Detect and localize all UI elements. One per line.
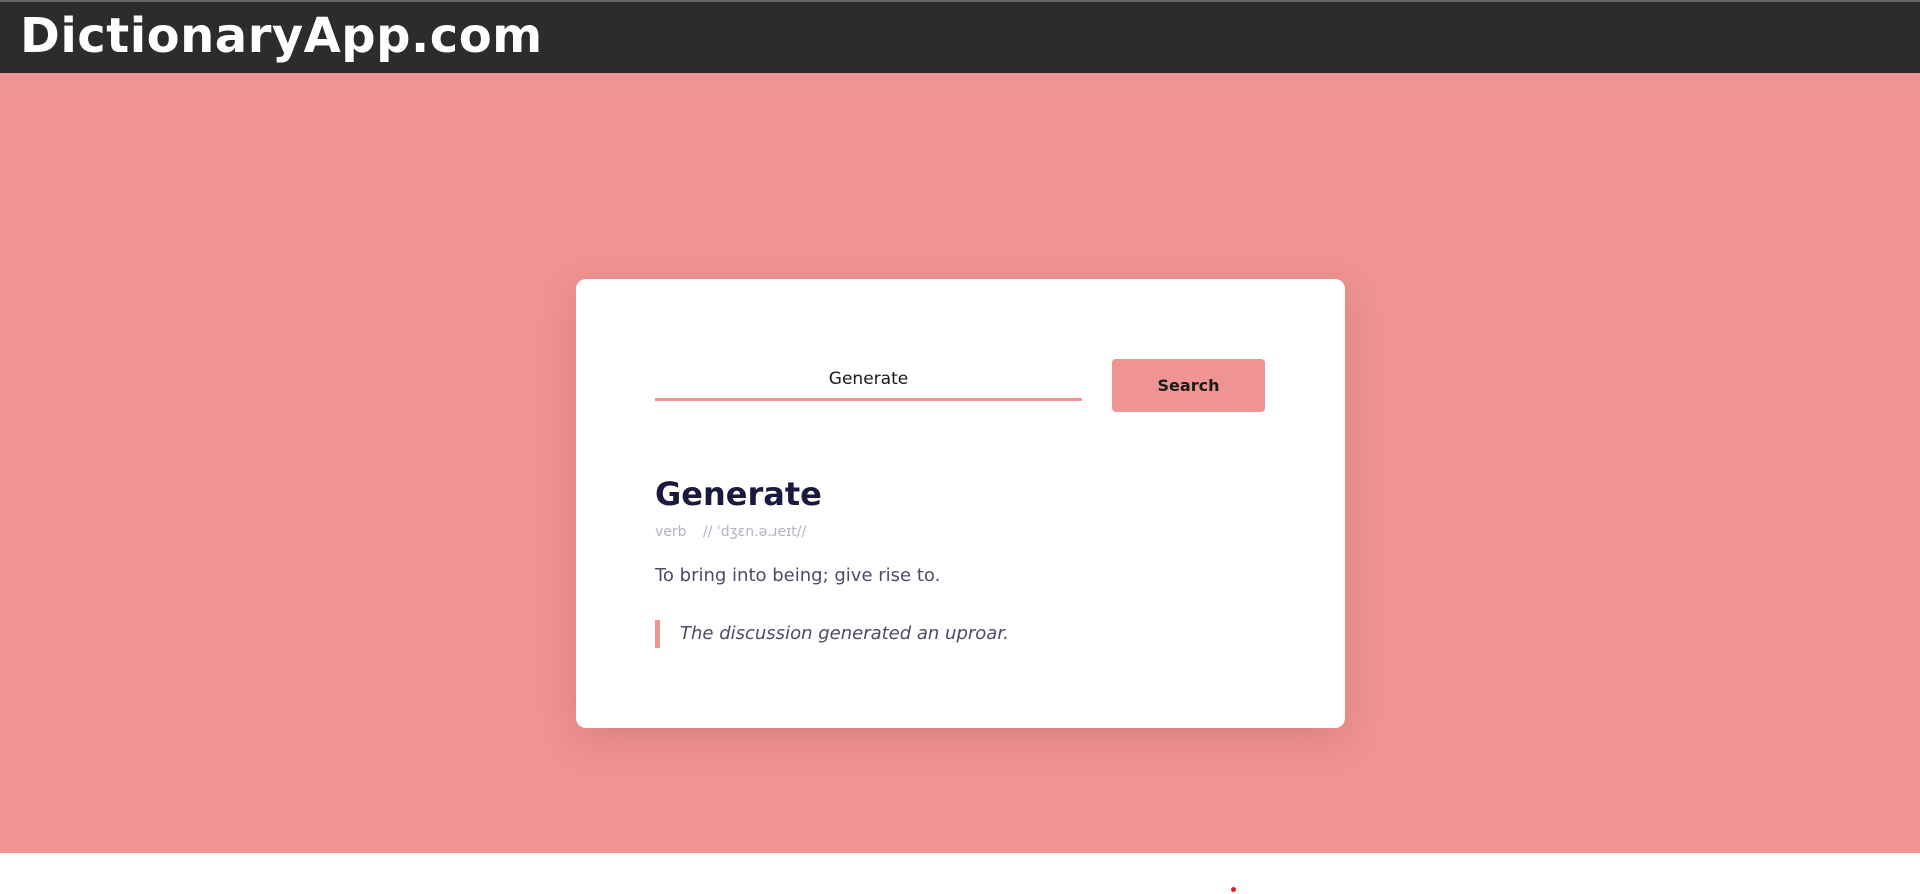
- example-quote: The discussion generated an uproar.: [655, 620, 1009, 648]
- top-navbar: DictionaryApp.com: [0, 0, 1920, 73]
- word-title: Generate: [655, 475, 822, 513]
- dictionary-card: Search Generate verb // ˈdʒɛn.ə.ɹeɪt// T…: [576, 279, 1345, 728]
- search-button[interactable]: Search: [1112, 359, 1265, 412]
- site-logo[interactable]: DictionaryApp.com: [20, 10, 543, 63]
- search-input[interactable]: [655, 359, 1082, 401]
- hero-section: Search Generate verb // ˈdʒɛn.ə.ɹeɪt// T…: [0, 73, 1920, 853]
- word-meta: verb // ˈdʒɛn.ə.ɹeɪt//: [655, 524, 806, 540]
- word-definition: To bring into being; give rise to.: [655, 565, 941, 586]
- phonetic-transcription: // ˈdʒɛn.ə.ɹeɪt//: [703, 524, 807, 540]
- part-of-speech: verb: [655, 524, 687, 540]
- status-dot: [1231, 887, 1236, 892]
